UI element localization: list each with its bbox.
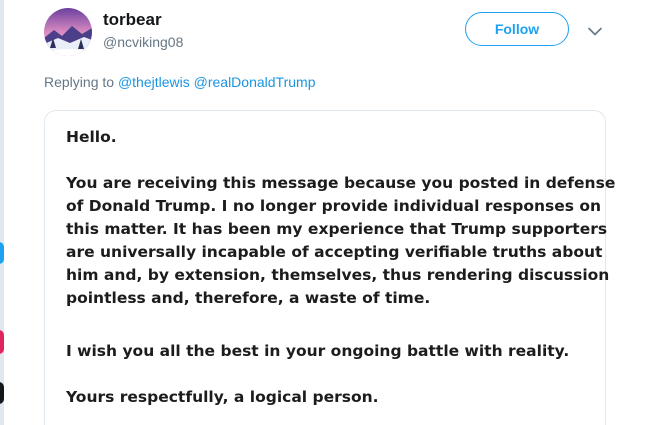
message-line: are universally incapable of accepting v… bbox=[66, 243, 603, 261]
message-body: You are receiving this message because y… bbox=[66, 172, 616, 310]
tweet-view: torbear @ncviking08 Follow Replying to @… bbox=[0, 0, 647, 425]
message-line: him and, by extension, themselves, thus … bbox=[66, 266, 610, 284]
message-signoff: Yours respectfully, a logical person. bbox=[66, 388, 379, 406]
more-options-button[interactable] bbox=[584, 20, 606, 42]
message-line: You are receiving this message because y… bbox=[66, 174, 616, 192]
edge-fragment-dark bbox=[0, 382, 4, 404]
message-greeting: Hello. bbox=[66, 128, 117, 146]
message-wish: I wish you all the best in your ongoing … bbox=[66, 342, 570, 360]
message-line: this matter. It has been my experience t… bbox=[66, 220, 608, 238]
message-line: pointless and, therefore, a waste of tim… bbox=[66, 289, 431, 307]
user-handle[interactable]: @ncviking08 bbox=[103, 34, 183, 50]
mention-link[interactable]: @thejtlewis bbox=[118, 74, 190, 90]
message-line: of Donald Trump. I no longer provide ind… bbox=[66, 197, 602, 215]
edge-fragment-red bbox=[0, 330, 4, 354]
winter-landscape-avatar-icon bbox=[44, 8, 92, 56]
replying-to-line: Replying to @thejtlewis @realDonaldTrump bbox=[44, 74, 315, 90]
page-edge bbox=[0, 0, 4, 425]
avatar[interactable] bbox=[44, 8, 92, 56]
mention-link[interactable]: @realDonaldTrump bbox=[194, 74, 316, 90]
chevron-down-icon bbox=[588, 27, 602, 35]
edge-fragment-blue bbox=[0, 242, 4, 264]
display-name[interactable]: torbear bbox=[103, 10, 162, 30]
replying-to-label: Replying to bbox=[44, 74, 115, 90]
follow-button[interactable]: Follow bbox=[465, 12, 569, 46]
